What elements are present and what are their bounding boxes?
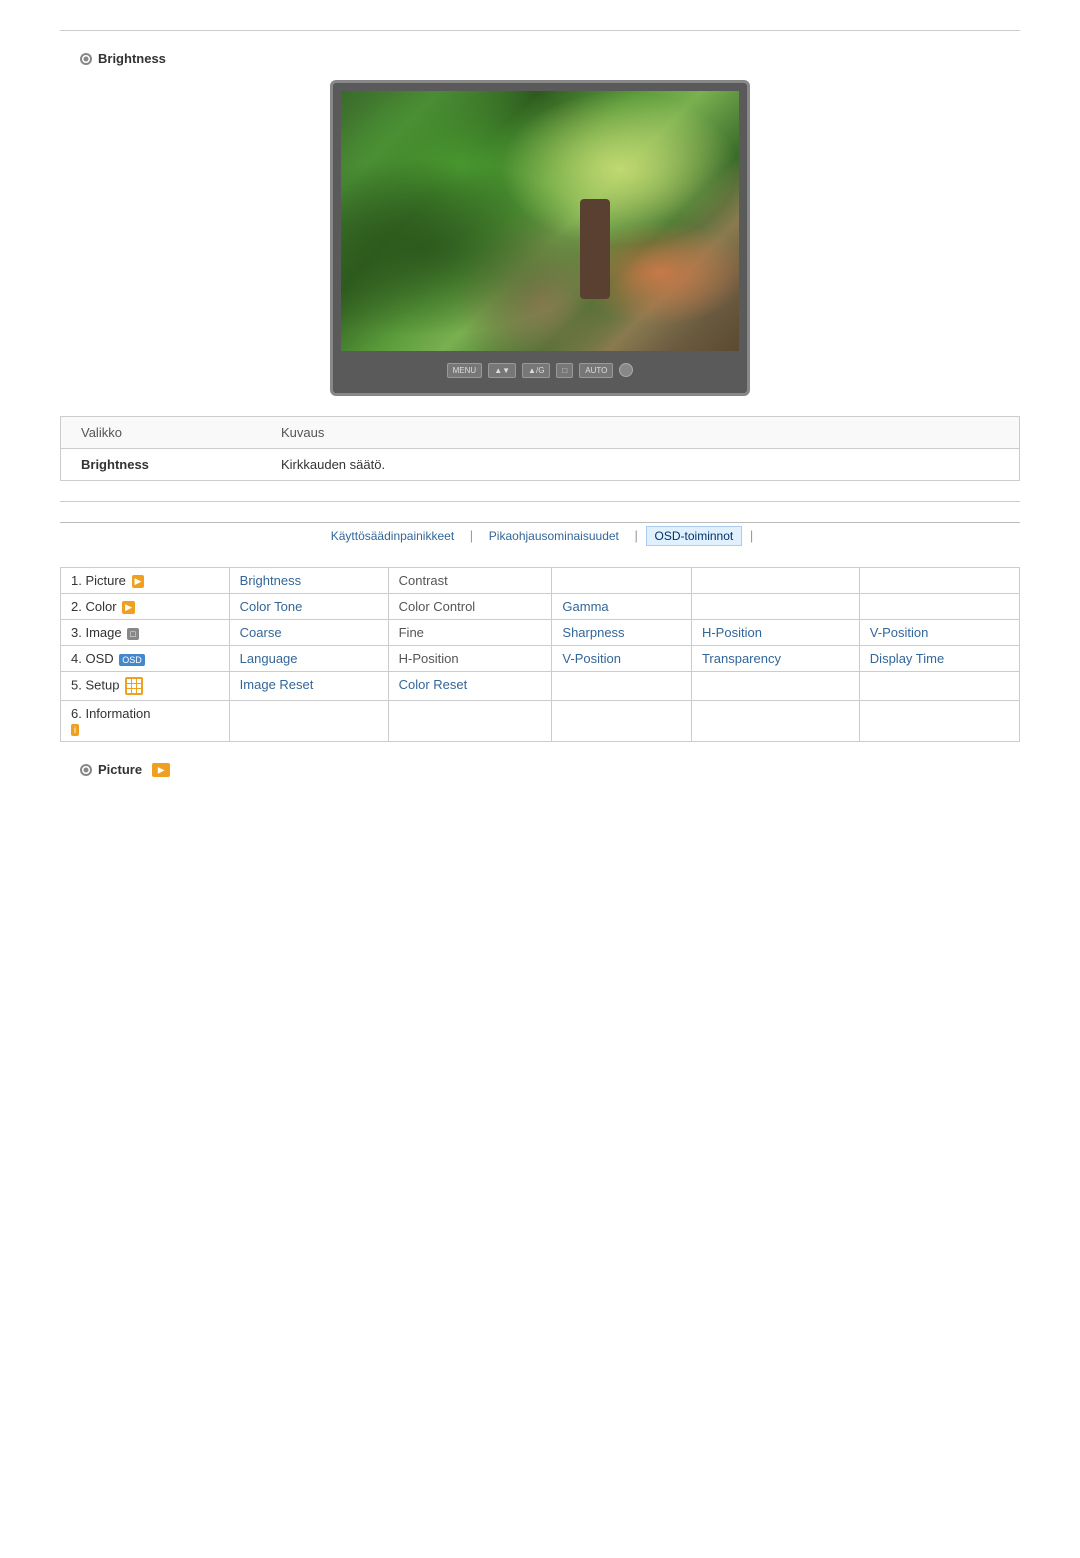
row-value: Kirkkauden säätö. (281, 457, 999, 472)
category-information: 6. Information i (61, 701, 230, 742)
item-color-control[interactable]: Color Control (388, 594, 552, 620)
box-button[interactable]: □ (556, 363, 573, 378)
item-color-reset[interactable]: Color Reset (388, 672, 552, 701)
category-image: 3. Image □ (61, 620, 230, 646)
nav-tabs-line (60, 522, 1020, 523)
item-color-tone[interactable]: Color Tone (229, 594, 388, 620)
radio-icon (80, 53, 92, 65)
table-row: 2. Color ▶ Color Tone Color Control Gamm… (61, 594, 1020, 620)
osd-badge: OSD (119, 654, 145, 666)
menu-table: 1. Picture ▶ Brightness Contrast 2. Colo… (60, 567, 1020, 742)
arrow-button[interactable]: ▲▼ (488, 363, 516, 378)
item-image-reset[interactable]: Image Reset (229, 672, 388, 701)
info-table-row: Brightness Kirkkauden säätö. (61, 449, 1019, 480)
category-setup: 5. Setup (61, 672, 230, 701)
mid-divider (60, 501, 1020, 502)
menu-button[interactable]: MENU (447, 363, 483, 378)
picture-radio-icon (80, 764, 92, 776)
monitor-controls: MENU ▲▼ ▲/G □ AUTO (341, 355, 739, 385)
nav-tabs: Käyttösäädinpainikkeet | Pikaohjausomina… (60, 522, 1020, 552)
table-row: 3. Image □ Coarse Fine Sharpness H-Posit… (61, 620, 1020, 646)
brightness-title: Brightness (80, 51, 1000, 66)
power-button[interactable] (619, 363, 633, 377)
item-sharpness[interactable]: Sharpness (552, 620, 692, 646)
monitor-screen (341, 91, 739, 351)
brightness-label: Brightness (98, 51, 166, 66)
item-h-position-osd[interactable]: H-Position (388, 646, 552, 672)
header-menu: Valikko (81, 425, 281, 440)
top-divider (60, 30, 1020, 31)
item-gamma[interactable]: Gamma (552, 594, 692, 620)
picture-badge: ▶ (132, 575, 145, 588)
ag-button[interactable]: ▲/G (522, 363, 550, 378)
category-picture: 1. Picture ▶ (61, 568, 230, 594)
info-badge: i (71, 724, 79, 736)
category-color: 2. Color ▶ (61, 594, 230, 620)
item-contrast[interactable]: Contrast (388, 568, 552, 594)
item-transparency[interactable]: Transparency (691, 646, 859, 672)
monitor-display: MENU ▲▼ ▲/G □ AUTO (80, 80, 1000, 396)
row-label: Brightness (81, 457, 281, 472)
auto-button[interactable]: AUTO (579, 363, 613, 378)
item-v-position-image[interactable]: V-Position (859, 620, 1019, 646)
setup-badge (125, 677, 143, 695)
picture-label: Picture (98, 762, 142, 777)
picture-badge-icon (152, 763, 170, 777)
image-badge: □ (127, 628, 138, 640)
color-badge: ▶ (122, 601, 135, 614)
table-row: 6. Information i (61, 701, 1020, 742)
info-table: Valikko Kuvaus Brightness Kirkkauden sää… (60, 416, 1020, 481)
info-table-header: Valikko Kuvaus (61, 417, 1019, 449)
picture-title: Picture (80, 762, 1000, 777)
table-row: 5. Setup Image Reset Color Reset (61, 672, 1020, 701)
picture-section: Picture (80, 762, 1000, 777)
header-description: Kuvaus (281, 425, 999, 440)
item-v-position-osd[interactable]: V-Position (552, 646, 692, 672)
tab-quickfeatures[interactable]: Pikaohjausominaisuudet (481, 527, 627, 545)
item-coarse[interactable]: Coarse (229, 620, 388, 646)
tab-keyboard[interactable]: Käyttösäädinpainikkeet (323, 527, 462, 545)
table-row: 1. Picture ▶ Brightness Contrast (61, 568, 1020, 594)
item-brightness[interactable]: Brightness (229, 568, 388, 594)
brightness-section: Brightness MENU ▲▼ ▲/G □ AUTO (80, 51, 1000, 396)
item-fine[interactable]: Fine (388, 620, 552, 646)
tab-osd[interactable]: OSD-toiminnot (646, 526, 743, 546)
item-h-position-image[interactable]: H-Position (691, 620, 859, 646)
category-osd: 4. OSD OSD (61, 646, 230, 672)
item-display-time[interactable]: Display Time (859, 646, 1019, 672)
monitor-frame: MENU ▲▼ ▲/G □ AUTO (330, 80, 750, 396)
table-row: 4. OSD OSD Language H-Position V-Positio… (61, 646, 1020, 672)
item-language[interactable]: Language (229, 646, 388, 672)
